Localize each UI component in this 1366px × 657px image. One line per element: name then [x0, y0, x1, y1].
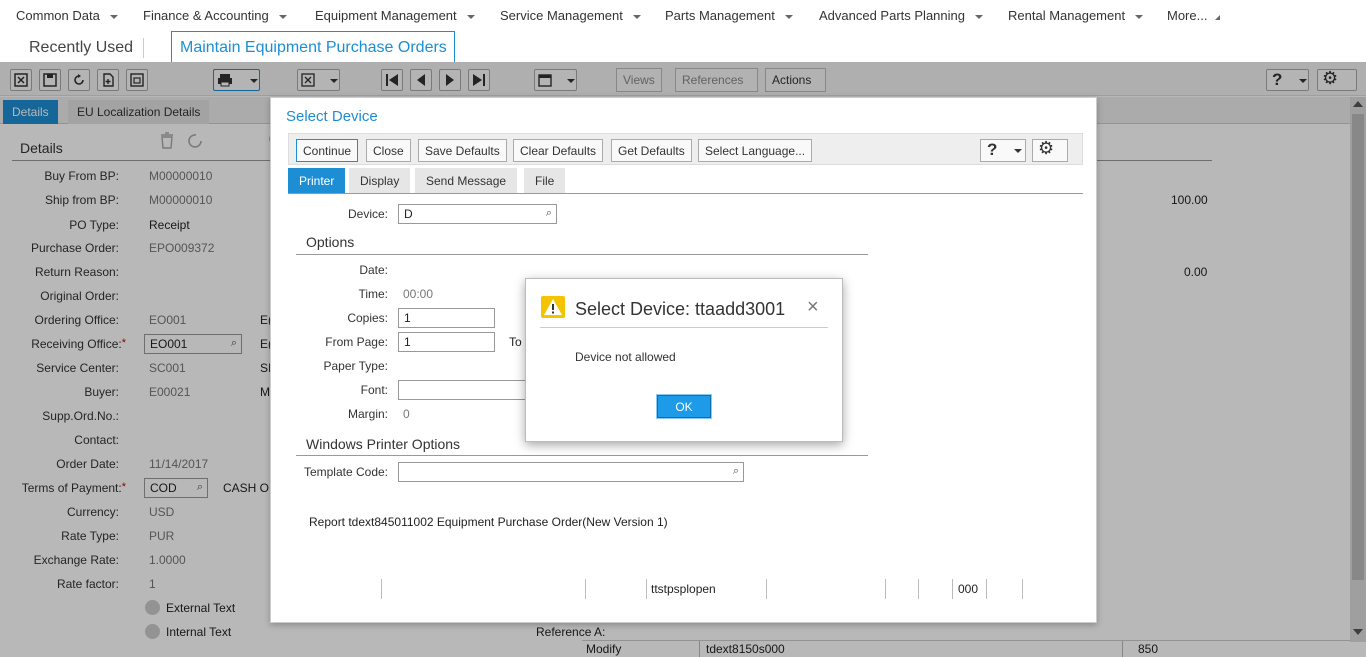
status-code: 000	[958, 582, 979, 596]
close-icon[interactable]: ×	[807, 297, 819, 317]
copies-field[interactable]: 1	[398, 308, 495, 328]
status-divider	[1022, 579, 1023, 599]
margin-label: Margin:	[347, 407, 388, 421]
template-code-label: Template Code:	[303, 465, 388, 479]
windows-printer-divider	[296, 455, 868, 456]
tab-separator	[143, 38, 144, 58]
recently-used-tab[interactable]: Recently Used	[29, 39, 133, 57]
menu-common-data[interactable]: Common Data	[16, 8, 118, 23]
margin-value: 0	[403, 407, 410, 421]
lookup-icon[interactable]: ⌕	[546, 207, 552, 220]
menu-more[interactable]: More...	[1167, 8, 1221, 23]
menu-rental-management[interactable]: Rental Management	[1008, 8, 1144, 23]
alert-divider	[540, 327, 828, 328]
status-divider	[585, 579, 586, 599]
status-divider	[952, 579, 953, 599]
dialog-title: Select Device	[286, 108, 378, 125]
chevron-down-icon	[278, 14, 287, 19]
time-value: 00:00	[403, 287, 434, 301]
device-field[interactable]: D ⌕	[398, 204, 557, 224]
tab-file[interactable]: File	[524, 168, 566, 193]
menu-equipment-management[interactable]: Equipment Management	[315, 8, 475, 23]
main-menu-bar: Common Data Finance & Accounting Equipme…	[0, 0, 1366, 32]
report-description: Report tdext845011002 Equipment Purchase…	[309, 515, 668, 529]
menu-parts-management[interactable]: Parts Management	[665, 8, 793, 23]
status-program: ttstpsplopen	[651, 582, 716, 596]
copies-label: Copies:	[347, 311, 388, 325]
template-code-field[interactable]: ⌕	[398, 462, 744, 482]
font-label: Font:	[360, 383, 388, 397]
alert-title: Select Device: ttaadd3001	[575, 299, 786, 319]
time-label: Time:	[358, 287, 388, 301]
menu-finance-accounting[interactable]: Finance & Accounting	[143, 8, 287, 23]
from-page-field[interactable]: 1	[398, 332, 495, 352]
gear-icon: ⚙	[1038, 138, 1055, 158]
chevron-down-icon	[1014, 149, 1022, 153]
tab-underline	[288, 193, 1083, 194]
save-defaults-button[interactable]: Save Defaults	[418, 139, 507, 162]
tab-maintain-equipment-purchase-orders[interactable]: Maintain Equipment Purchase Orders	[171, 31, 455, 62]
question-icon: ?	[987, 140, 998, 159]
paper-type-label: Paper Type:	[323, 359, 389, 373]
ok-button[interactable]: OK	[657, 395, 711, 418]
continue-button[interactable]: Continue	[296, 139, 359, 162]
lookup-icon[interactable]: ⌕	[733, 465, 739, 478]
clear-defaults-button[interactable]: Clear Defaults	[513, 139, 604, 162]
menu-advanced-parts-planning[interactable]: Advanced Parts Planning	[819, 8, 983, 23]
to-page-label: To	[509, 335, 522, 349]
alert-dialog: Select Device: ttaadd3001 × Device not a…	[525, 278, 843, 442]
status-divider	[918, 579, 919, 599]
dialog-toolbar: Continue Close Save Defaults Clear Defau…	[288, 133, 1083, 165]
device-label: Device:	[347, 207, 388, 221]
dialog-settings-button[interactable]: ⚙	[1032, 138, 1068, 162]
options-section-title: Options	[306, 234, 355, 250]
chevron-down-icon	[109, 14, 118, 19]
get-defaults-button[interactable]: Get Defaults	[611, 139, 692, 162]
tab-send-message[interactable]: Send Message	[415, 168, 518, 193]
status-divider	[381, 579, 382, 599]
chevron-down-icon	[784, 14, 793, 19]
chevron-down-icon	[974, 14, 983, 19]
chevron-down-icon	[466, 14, 475, 19]
font-field[interactable]	[398, 380, 528, 400]
from-page-label: From Page:	[325, 335, 388, 349]
status-divider	[986, 579, 987, 599]
alert-message: Device not allowed	[575, 350, 676, 364]
chevron-down-icon	[632, 14, 641, 19]
status-divider	[766, 579, 767, 599]
warning-icon	[541, 296, 565, 321]
dialog-help-button[interactable]: ?	[980, 139, 1026, 162]
windows-printer-options-title: Windows Printer Options	[306, 436, 461, 452]
close-button[interactable]: Close	[366, 139, 411, 162]
menu-service-management[interactable]: Service Management	[500, 8, 641, 23]
options-divider	[296, 254, 868, 255]
select-language-button[interactable]: Select Language...	[698, 139, 813, 162]
corner-triangle-icon	[1215, 15, 1221, 20]
status-divider	[885, 579, 886, 599]
tab-printer[interactable]: Printer	[288, 168, 346, 193]
chevron-down-icon	[1135, 14, 1144, 19]
date-label: Date:	[359, 263, 388, 277]
tab-display[interactable]: Display	[349, 168, 411, 193]
status-divider	[646, 579, 647, 599]
